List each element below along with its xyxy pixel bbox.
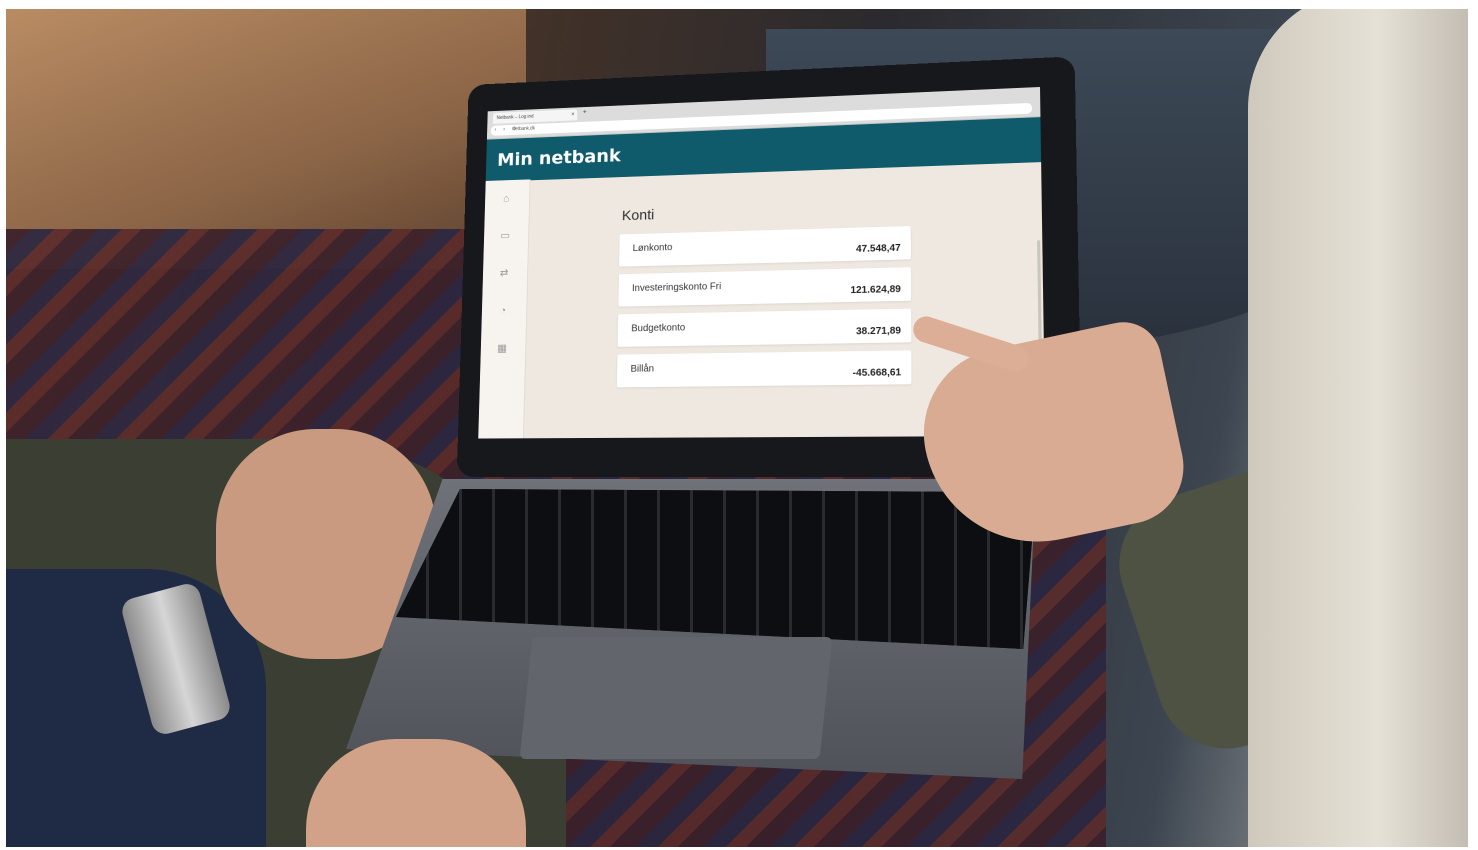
laptop-trackpad[interactable] <box>519 637 833 759</box>
tab-title: Netbank – Log ind <box>496 113 534 121</box>
account-name: Lønkonto <box>632 242 673 254</box>
account-row[interactable]: Lønkonto 47.548,47 <box>619 226 911 267</box>
transfer-icon[interactable]: ⇄ <box>498 267 511 279</box>
account-name: Billån <box>630 363 655 375</box>
account-row[interactable]: Investeringskonto Fri 121.624,89 <box>618 267 912 307</box>
account-row[interactable]: Billån -45.668,61 <box>616 350 912 388</box>
account-name: Investeringskonto Fri <box>631 281 722 294</box>
person-blonde-hair <box>1248 9 1468 847</box>
sidebar: ⌂ ▭ ⇄ ◔ ▦ <box>478 179 531 439</box>
card-icon[interactable]: ▭ <box>499 230 512 242</box>
account-balance: 121.624,89 <box>850 284 901 297</box>
calendar-icon[interactable]: ▦ <box>495 343 508 355</box>
account-row[interactable]: Budgetkonto 38.271,89 <box>617 308 912 347</box>
new-tab-button[interactable]: + <box>583 109 587 116</box>
account-name: Budgetkonto <box>631 322 686 335</box>
photo-background: Netbank – Log ind × + netbank.dk ‹ › ⟳ M… <box>6 9 1468 847</box>
account-balance: 38.271,89 <box>856 325 902 338</box>
app-title: Min netbank <box>496 145 621 171</box>
account-balance: -45.668,61 <box>852 367 902 379</box>
wallet-icon[interactable]: ◔ <box>497 305 510 317</box>
page-title: Konti <box>621 206 655 225</box>
account-balance: 47.548,47 <box>856 242 901 255</box>
home-icon[interactable]: ⌂ <box>500 193 513 205</box>
close-tab-icon[interactable]: × <box>571 109 574 120</box>
browser-nav-icons[interactable]: ‹ › ⟳ <box>494 125 519 136</box>
